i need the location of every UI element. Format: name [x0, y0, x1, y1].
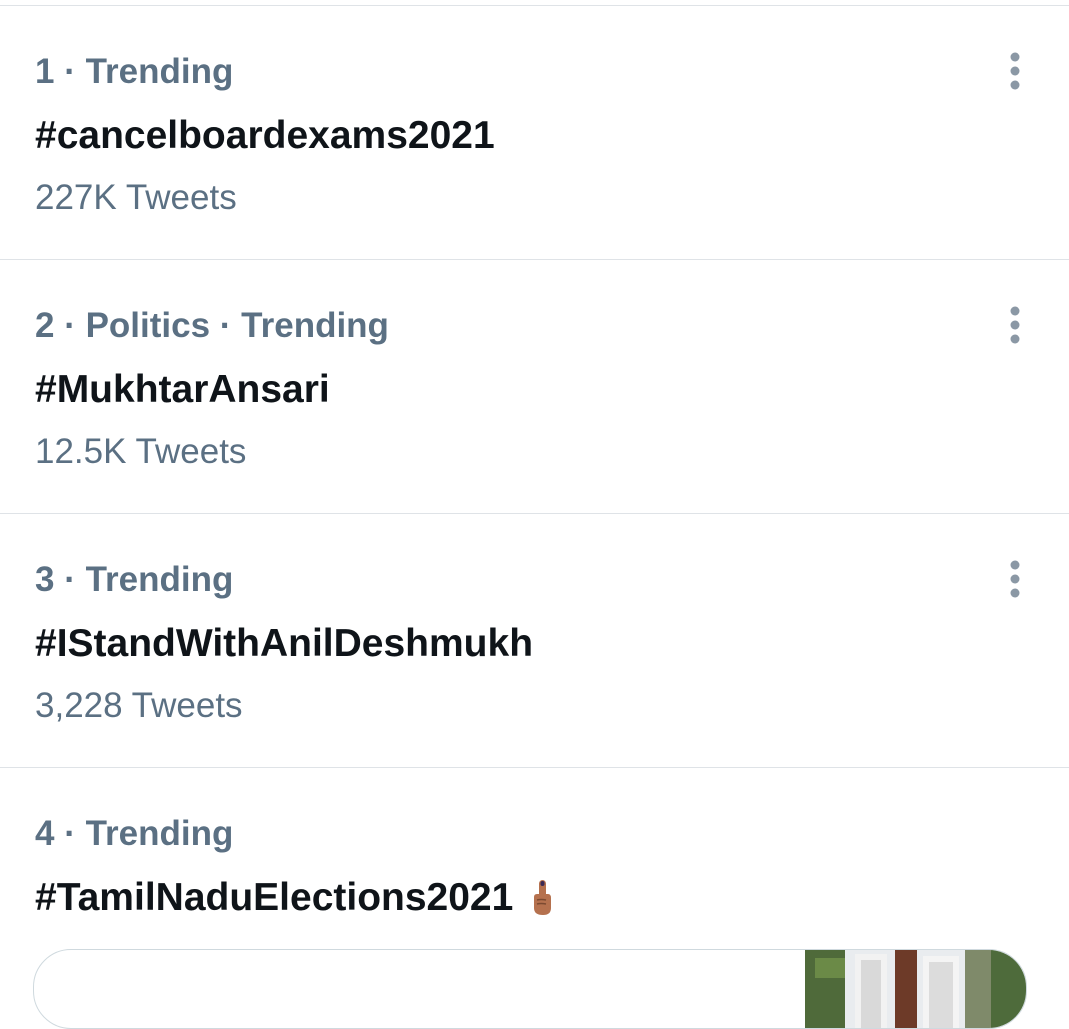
- more-options-button[interactable]: [995, 557, 1035, 601]
- trend-media-thumbnail: [805, 950, 1026, 1028]
- trend-hashtag[interactable]: #IStandWithAnilDeshmukh: [35, 618, 533, 670]
- trend-meta: 4 · Trending: [35, 814, 234, 853]
- index-finger-ink-mark-icon: [529, 878, 555, 918]
- vertical-ellipsis-icon: [1010, 52, 1020, 90]
- trend-tweet-count: 3,228 Tweets: [35, 686, 243, 725]
- trend-meta: 3 · Trending: [35, 560, 234, 599]
- trend-hashtag-text: #MukhtarAnsari: [35, 368, 330, 411]
- trend-hashtag-text: #cancelboardexams2021: [35, 114, 495, 157]
- vertical-ellipsis-icon: [1010, 306, 1020, 344]
- trend-hashtag[interactable]: #MukhtarAnsari: [35, 364, 330, 416]
- trend-item[interactable]: 2 · Politics · Trending #MukhtarAnsari 1…: [0, 260, 1069, 514]
- trend-hashtag-text: #IStandWithAnilDeshmukh: [35, 622, 534, 665]
- vertical-ellipsis-icon: [1010, 560, 1020, 598]
- trend-item[interactable]: 3 · Trending #IStandWithAnilDeshmukh 3,2…: [0, 514, 1069, 768]
- more-options-button[interactable]: [995, 49, 1035, 93]
- trend-hashtag-text: #TamilNaduElections2021: [35, 876, 514, 919]
- more-options-button[interactable]: [995, 303, 1035, 347]
- trend-hashtag[interactable]: #TamilNaduElections2021: [35, 872, 555, 924]
- trend-media-card[interactable]: [33, 949, 1027, 1029]
- trend-meta: 1 · Trending: [35, 52, 234, 91]
- trend-tweet-count: 12.5K Tweets: [35, 432, 247, 471]
- trend-item[interactable]: 1 · Trending #cancelboardexams2021 227K …: [0, 6, 1069, 260]
- trend-hashtag[interactable]: #cancelboardexams2021: [35, 110, 495, 162]
- trend-tweet-count: 227K Tweets: [35, 178, 237, 217]
- trend-meta: 2 · Politics · Trending: [35, 306, 389, 345]
